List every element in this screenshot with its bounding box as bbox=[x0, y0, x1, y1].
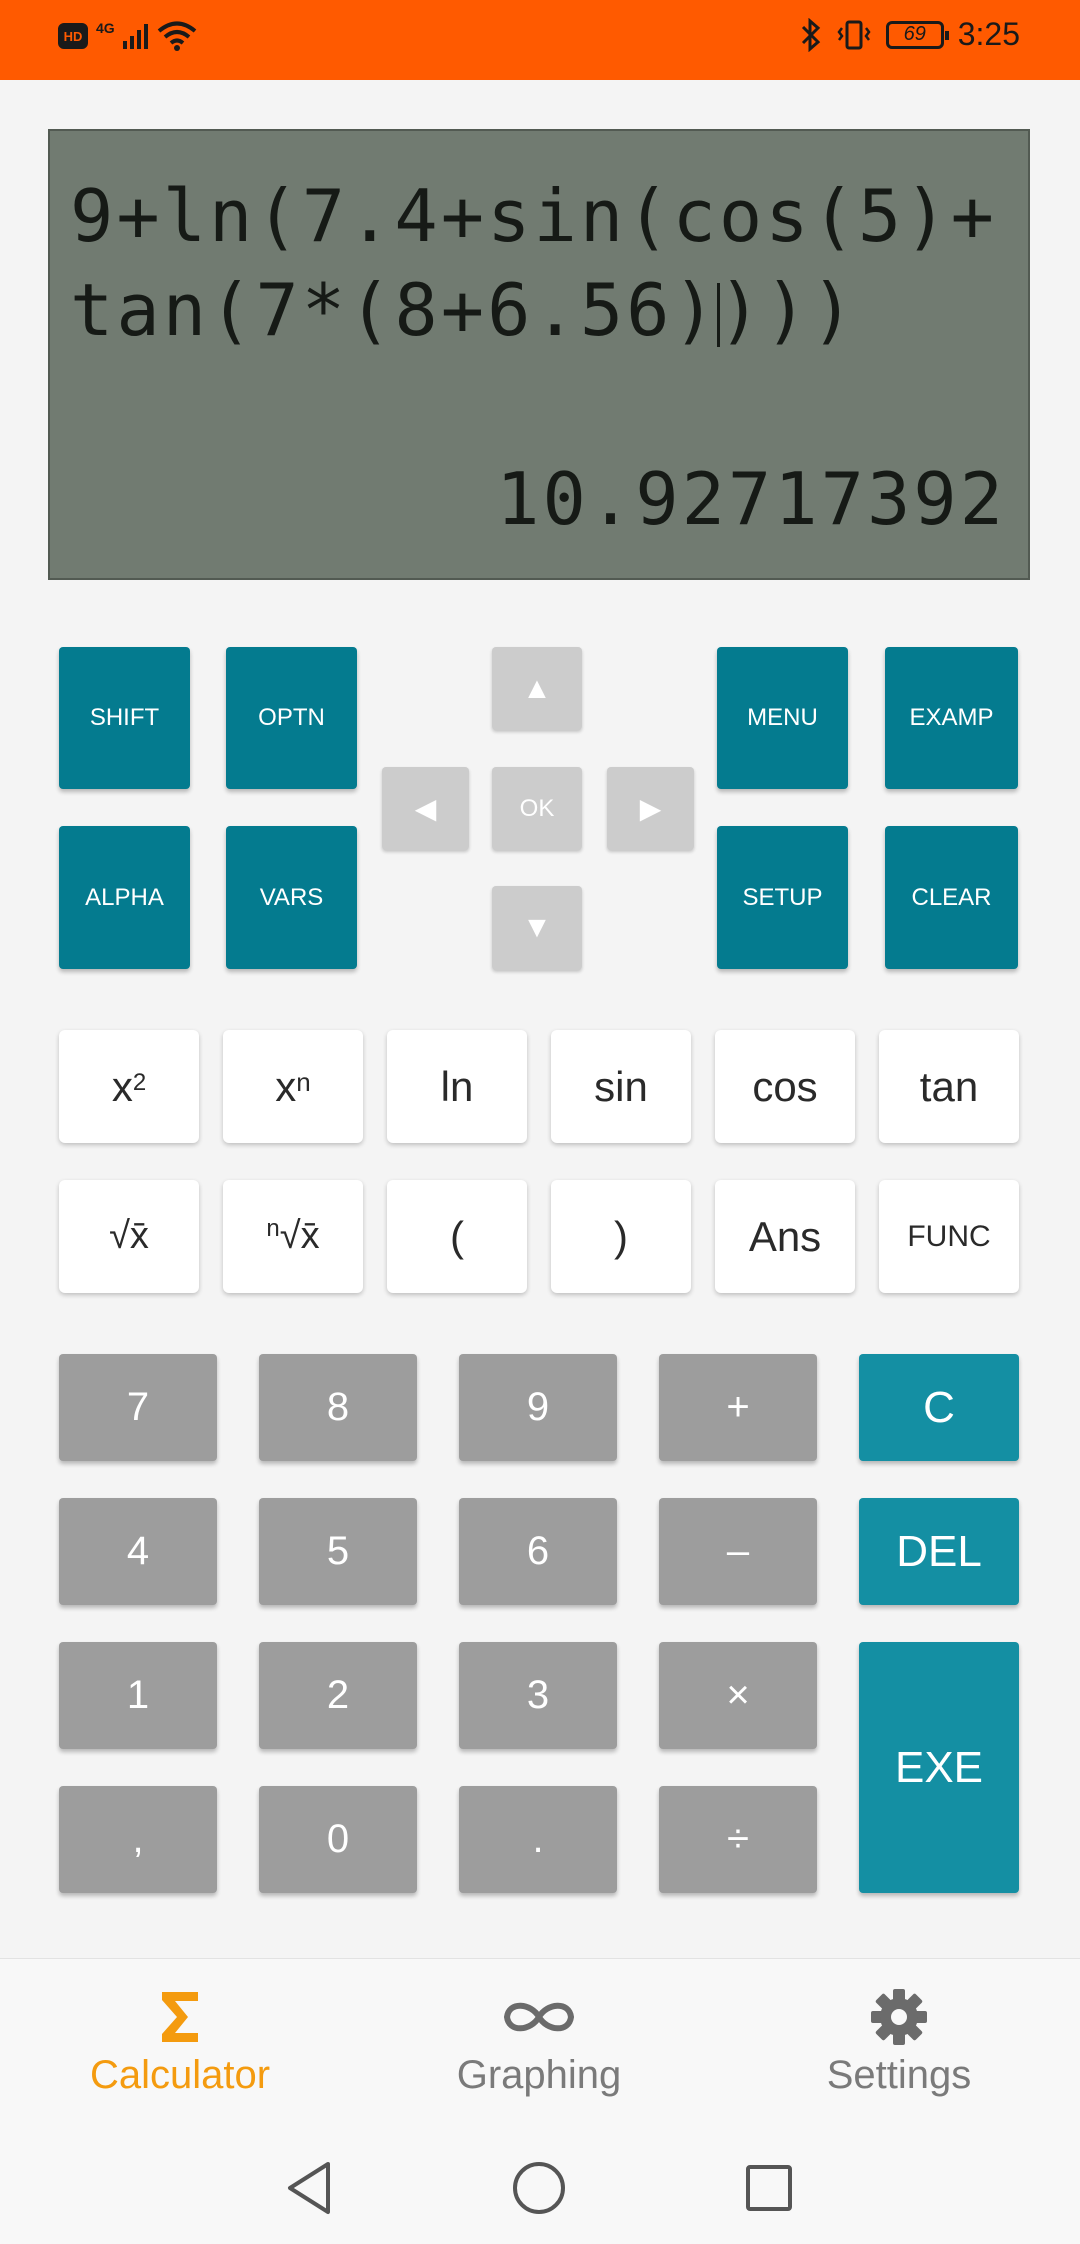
nav-calculator[interactable]: Calculator bbox=[30, 1959, 330, 2129]
examp-button[interactable]: EXAMP bbox=[885, 647, 1018, 789]
square-base: x bbox=[111, 1062, 133, 1110]
status-bar: HD 4G 69 3:25 bbox=[0, 0, 1080, 80]
result-value: 10.92717392 bbox=[496, 457, 1006, 541]
status-left: HD 4G bbox=[58, 20, 197, 52]
c-button[interactable]: C bbox=[859, 1354, 1019, 1461]
square-button[interactable]: x2 bbox=[59, 1030, 199, 1143]
power-base: x bbox=[275, 1062, 297, 1110]
key-1[interactable]: 1 bbox=[59, 1642, 217, 1749]
wifi-icon bbox=[157, 21, 196, 51]
hd-icon: HD bbox=[58, 23, 88, 49]
system-navigation-bar bbox=[0, 2128, 1080, 2244]
bluetooth-icon bbox=[801, 17, 820, 52]
key-7[interactable]: 7 bbox=[59, 1354, 217, 1461]
tan-button[interactable]: tan bbox=[879, 1030, 1019, 1143]
divide-button[interactable]: ÷ bbox=[659, 1786, 817, 1893]
clear-button[interactable]: CLEAR bbox=[885, 826, 1018, 969]
multiply-button[interactable]: × bbox=[659, 1642, 817, 1749]
ans-button[interactable]: Ans bbox=[715, 1180, 855, 1293]
calculator-display[interactable]: 9+ln(7.4+sin(cos(5)+tan(7*(8+6.56)))) 10… bbox=[48, 129, 1030, 580]
key-3[interactable]: 3 bbox=[459, 1642, 617, 1749]
nav-calculator-label: Calculator bbox=[89, 2053, 271, 2097]
func-button[interactable]: FUNC bbox=[879, 1180, 1019, 1293]
exe-button[interactable]: EXE bbox=[859, 1642, 1019, 1893]
bottom-navigation: Calculator Graphing Settings bbox=[0, 1958, 1080, 2129]
home-icon[interactable] bbox=[509, 2158, 569, 2218]
gear-icon bbox=[870, 1987, 928, 2047]
plus-button[interactable]: + bbox=[659, 1354, 817, 1461]
battery-icon: 69 bbox=[885, 20, 949, 49]
key-8[interactable]: 8 bbox=[259, 1354, 417, 1461]
minus-button[interactable]: – bbox=[659, 1498, 817, 1605]
key-0[interactable]: 0 bbox=[259, 1786, 417, 1893]
vars-button[interactable]: VARS bbox=[226, 826, 357, 969]
power-button[interactable]: xn bbox=[223, 1030, 363, 1143]
dpad-down-button[interactable]: ▼ bbox=[492, 886, 582, 970]
key-2[interactable]: 2 bbox=[259, 1642, 417, 1749]
back-icon[interactable] bbox=[279, 2158, 339, 2218]
infinity-icon bbox=[501, 1987, 577, 2047]
ln-button[interactable]: ln bbox=[387, 1030, 527, 1143]
nth-root-button[interactable]: n √x̄ bbox=[223, 1180, 363, 1293]
key-4[interactable]: 4 bbox=[59, 1498, 217, 1605]
alpha-button[interactable]: ALPHA bbox=[59, 826, 190, 969]
dpad-ok-button[interactable]: OK bbox=[492, 767, 582, 850]
status-time: 3:25 bbox=[957, 16, 1020, 52]
nav-graphing[interactable]: Graphing bbox=[389, 1959, 689, 2129]
shift-button[interactable]: SHIFT bbox=[59, 647, 190, 789]
vibrate-icon bbox=[837, 20, 871, 49]
dpad-left-button[interactable]: ◀ bbox=[382, 767, 469, 850]
signal-icon bbox=[122, 24, 148, 49]
dpad-up-button[interactable]: ▲ bbox=[492, 647, 582, 730]
expression-after-cursor: ))) bbox=[717, 268, 857, 352]
comma-button[interactable]: , bbox=[59, 1786, 217, 1893]
menu-button[interactable]: MENU bbox=[717, 647, 848, 789]
sqrt-button[interactable]: √x̄ bbox=[59, 1180, 199, 1293]
nav-graphing-label: Graphing bbox=[456, 2053, 622, 2097]
square-exponent: 2 bbox=[132, 1068, 147, 1096]
setup-button[interactable]: SETUP bbox=[717, 826, 848, 969]
dpad-right-button[interactable]: ▶ bbox=[607, 767, 694, 850]
status-right: 69 3:25 bbox=[800, 16, 1020, 53]
decimal-button[interactable]: . bbox=[459, 1786, 617, 1893]
nth-root-symbol: √x̄ bbox=[279, 1215, 320, 1257]
optn-button[interactable]: OPTN bbox=[226, 647, 357, 789]
key-6[interactable]: 6 bbox=[459, 1498, 617, 1605]
network-type: 4G bbox=[96, 20, 115, 36]
nav-settings[interactable]: Settings bbox=[749, 1959, 1049, 2129]
expression-input[interactable]: 9+ln(7.4+sin(cos(5)+tan(7*(8+6.56)))) bbox=[70, 169, 1020, 357]
sin-button[interactable]: sin bbox=[551, 1030, 691, 1143]
close-paren-button[interactable]: ) bbox=[551, 1180, 691, 1293]
open-paren-button[interactable]: ( bbox=[387, 1180, 527, 1293]
cos-button[interactable]: cos bbox=[715, 1030, 855, 1143]
recents-icon[interactable] bbox=[739, 2158, 799, 2218]
nth-root-index: n bbox=[266, 1214, 280, 1242]
nav-settings-label: Settings bbox=[826, 2053, 972, 2097]
sigma-icon bbox=[158, 1987, 202, 2047]
expression-before-cursor: 9+ln(7.4+sin(cos(5)+tan(7*(8+6.56) bbox=[70, 174, 997, 352]
key-5[interactable]: 5 bbox=[259, 1498, 417, 1605]
del-button[interactable]: DEL bbox=[859, 1498, 1019, 1605]
power-exponent: n bbox=[296, 1067, 311, 1097]
key-9[interactable]: 9 bbox=[459, 1354, 617, 1461]
